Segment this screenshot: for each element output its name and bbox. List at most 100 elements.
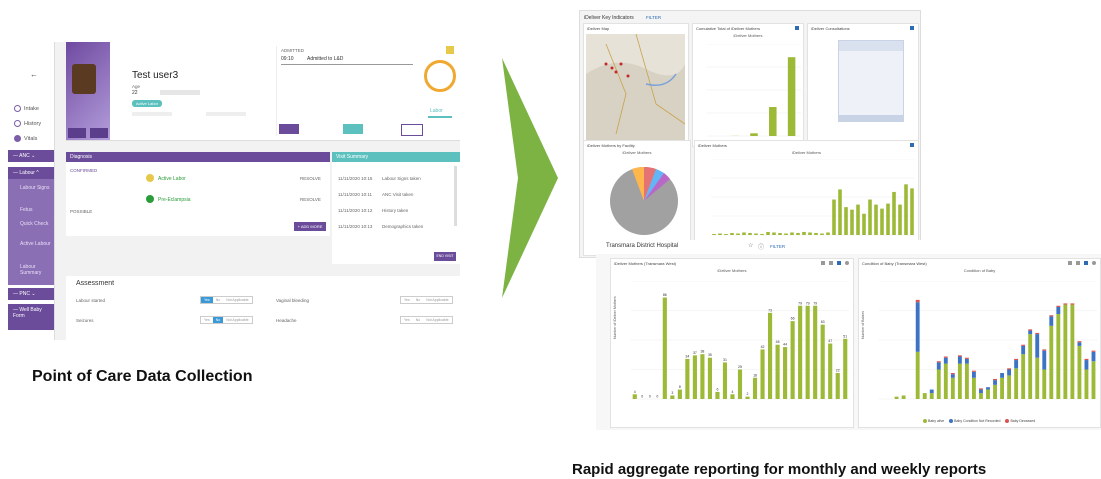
- nav-step-history[interactable]: History: [14, 120, 41, 127]
- bar: [904, 184, 908, 235]
- bar: [1007, 369, 1012, 376]
- bar: [1063, 304, 1068, 399]
- nav-group-well-baby[interactable]: — Well Baby Form: [8, 304, 54, 330]
- option-na[interactable]: Not Applicable: [423, 317, 451, 323]
- resolve-button[interactable]: RESOLVE: [300, 197, 321, 202]
- nav-item-fetus[interactable]: Fetus: [20, 207, 52, 213]
- option-na[interactable]: Not Applicable: [223, 297, 251, 303]
- globe-icon[interactable]: [1092, 261, 1096, 265]
- bar: [1007, 375, 1012, 399]
- yes-no-toggle[interactable]: Yes No Not Applicable: [400, 296, 453, 304]
- data-label: 4: [634, 390, 636, 394]
- bar: [1028, 334, 1033, 399]
- folder-icon[interactable]: [90, 128, 108, 138]
- yes-no-toggle[interactable]: Yes No Not Applicable: [200, 316, 253, 324]
- bar: [915, 302, 920, 352]
- globe-icon[interactable]: [845, 261, 849, 265]
- discharge-button[interactable]: [279, 124, 299, 134]
- comment-icon[interactable]: [1068, 261, 1072, 265]
- nav-step-vitals[interactable]: Vitals: [14, 135, 37, 142]
- chart-svg: [707, 43, 801, 137]
- end-visit-button[interactable]: END VISIT: [434, 252, 456, 261]
- nav-step-intake[interactable]: Intake: [14, 105, 39, 112]
- bar: [798, 305, 803, 399]
- filter-button[interactable]: FILTER: [770, 244, 785, 249]
- bar: [886, 203, 890, 235]
- data-label: 38: [700, 350, 704, 354]
- nav-item-active-labour[interactable]: Active Labour: [20, 241, 52, 247]
- filter-button[interactable]: FILTER: [646, 15, 661, 20]
- chart-icon[interactable]: [795, 26, 799, 30]
- camera-icon[interactable]: [68, 128, 86, 138]
- bar: [957, 355, 962, 357]
- bar: [707, 357, 712, 399]
- option-na[interactable]: Not Applicable: [223, 317, 251, 323]
- data-label: 31: [723, 358, 727, 362]
- bar: [1021, 354, 1026, 399]
- data-label: 34: [685, 354, 689, 358]
- yes-no-toggle[interactable]: Yes No Not Applicable: [200, 296, 253, 304]
- bar: [972, 371, 976, 378]
- bar: [1028, 329, 1033, 331]
- chart-title: iDeliver Mothers: [717, 268, 747, 273]
- option-yes[interactable]: Yes: [401, 317, 413, 323]
- bar: [724, 233, 728, 235]
- table-icon[interactable]: [910, 26, 914, 30]
- panel-title: Visit Summary: [332, 152, 460, 162]
- y-axis-label: Number of Babies: [861, 310, 865, 339]
- options-button[interactable]: [401, 124, 423, 136]
- nav-group-labour[interactable]: — Labour ^: [8, 167, 54, 179]
- option-yes[interactable]: Yes: [201, 317, 213, 323]
- nav-group-pnc[interactable]: — PNC ⌄: [8, 288, 54, 300]
- chart-icon[interactable]: [910, 143, 914, 147]
- star-icon[interactable]: ☆: [748, 242, 753, 249]
- table-icon[interactable]: [829, 261, 833, 265]
- card-title: iDeliver Mothers by Facility: [587, 143, 635, 148]
- resolve-button[interactable]: RESOLVE: [300, 176, 321, 181]
- bar: [769, 107, 777, 136]
- option-na[interactable]: Not Applicable: [423, 297, 451, 303]
- bar: [730, 394, 735, 399]
- patient-header: Test user3 Age 22 Active Labor ADMITTED …: [66, 42, 460, 141]
- bar: [874, 204, 878, 235]
- warning-icon: [146, 174, 154, 182]
- map-view[interactable]: [586, 34, 685, 146]
- refer-button[interactable]: [343, 124, 363, 134]
- nav-step-label: History: [24, 120, 42, 127]
- option-no[interactable]: No: [413, 317, 423, 323]
- nav-item-labour-signs[interactable]: Labour Signs: [20, 185, 52, 191]
- bar: [1091, 350, 1096, 352]
- back-arrow-icon[interactable]: ←: [30, 70, 38, 79]
- option-no[interactable]: No: [413, 297, 423, 303]
- table-icon[interactable]: [1076, 261, 1080, 265]
- nav-item-labour-summary[interactable]: Labour Summary: [20, 264, 52, 276]
- question-label: Seizures: [76, 318, 94, 323]
- chart-title: iDeliver Mothers: [792, 150, 821, 155]
- yes-no-toggle[interactable]: Yes No Not Applicable: [400, 316, 453, 324]
- bar: [868, 199, 872, 235]
- chart-icon[interactable]: [1084, 261, 1088, 265]
- data-label: 46: [776, 340, 780, 344]
- bar: [943, 363, 948, 399]
- info-icon[interactable]: ⓘ: [758, 242, 764, 251]
- add-more-button[interactable]: + ADD MORE: [294, 222, 326, 231]
- bar: [929, 393, 934, 399]
- assessment-title: Assessment: [76, 280, 115, 287]
- option-no[interactable]: No: [213, 297, 223, 303]
- scrollbar[interactable]: [454, 166, 457, 226]
- bar: [936, 361, 941, 363]
- option-no[interactable]: No: [212, 317, 224, 323]
- question-label: Vaginal bleeding: [276, 298, 309, 303]
- mothers-bar-chart: 4 0 0 0 86 3 8 34 37 38 35 6 31 4 25 2 18 42 73 46 44 66 79 79 7…: [631, 280, 849, 403]
- chart-icon[interactable]: [837, 261, 841, 265]
- bar: [778, 232, 782, 235]
- bar: [1007, 368, 1012, 370]
- bar: [838, 189, 842, 235]
- nav-item-quick-check[interactable]: Quick Check: [20, 221, 52, 227]
- comment-icon[interactable]: [821, 261, 825, 265]
- nav-group-anc[interactable]: — ANC ⌄: [8, 150, 54, 162]
- option-yes[interactable]: Yes: [201, 297, 213, 303]
- bar: [898, 204, 902, 235]
- bar: [1056, 306, 1061, 315]
- option-yes[interactable]: Yes: [401, 297, 413, 303]
